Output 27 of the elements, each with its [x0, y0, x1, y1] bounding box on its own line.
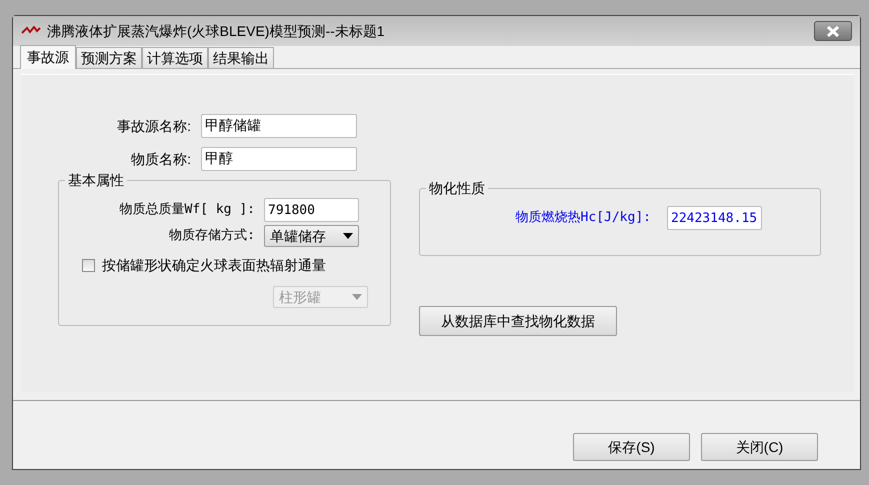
- group-title: 基本属性: [65, 171, 127, 189]
- app-logo-icon: [21, 26, 41, 36]
- dialog-button[interactable]: 关闭(C): [701, 433, 818, 461]
- dropdown-arrow-icon: [343, 233, 353, 239]
- tab[interactable]: 计算选项: [142, 47, 208, 68]
- field-label: 物质燃烧热Hc[J/kg]:: [514, 209, 652, 228]
- lookup-button[interactable]: 从数据库中查找物化数据: [419, 306, 617, 336]
- dialog-button[interactable]: 保存(S): [573, 433, 690, 461]
- group-title: 物化性质: [426, 179, 488, 197]
- field-label: 物质总质量Wf[ kg ]:: [118, 201, 256, 220]
- window-title: 沸腾液体扩展蒸汽爆炸(火球BLEVE)模型预测--未标题1: [47, 22, 385, 41]
- close-button[interactable]: [814, 21, 852, 41]
- checkbox-label: 按储罐形状确定火球表面热辐射通量: [102, 256, 326, 274]
- tab[interactable]: 预测方案: [76, 47, 142, 68]
- text-field[interactable]: 甲醇储罐: [201, 114, 357, 138]
- checkbox[interactable]: [82, 258, 95, 272]
- text-field[interactable]: 22423148.15: [667, 206, 762, 230]
- field-label: 物质存储方式:: [168, 227, 256, 246]
- close-icon: [826, 26, 840, 36]
- tab[interactable]: 结果输出: [208, 47, 274, 68]
- field-label: 事故源名称:: [116, 116, 192, 136]
- tab[interactable]: 事故源: [20, 45, 76, 69]
- text-field[interactable]: 甲醇: [201, 147, 357, 171]
- text-field[interactable]: 791800: [264, 198, 359, 222]
- dropdown[interactable]: 单罐储存: [264, 225, 359, 247]
- dropdown-arrow-icon: [352, 294, 362, 300]
- field-label: 物质名称:: [130, 150, 192, 168]
